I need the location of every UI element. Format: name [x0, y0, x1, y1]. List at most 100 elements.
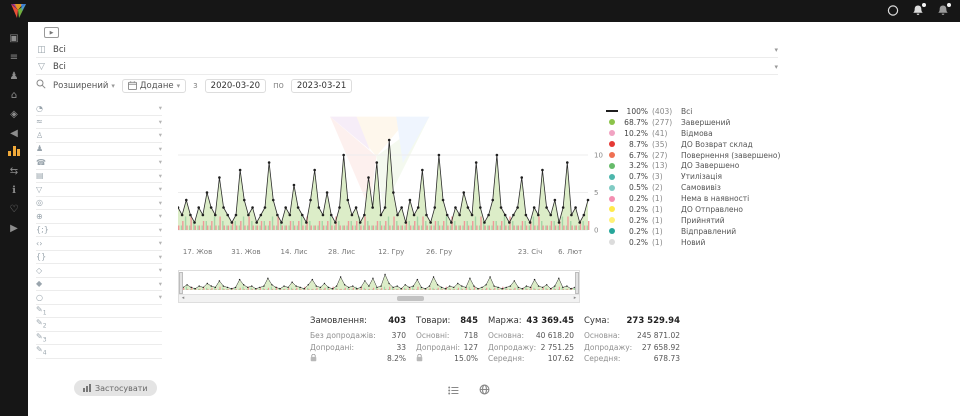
filter-select-filter-10[interactable]: {;}▾ — [36, 224, 162, 238]
filter-select-filter-11[interactable]: ‹›▾ — [36, 237, 162, 251]
legend-item[interactable]: 100%(403)Всі — [606, 106, 806, 117]
main-chart[interactable]: 0510 17. Жов31. Жов14. Лис28. Лис12. Гру… — [178, 102, 610, 262]
sidebar-item-products[interactable]: ◈ — [3, 107, 25, 122]
filter-select-filter-12[interactable]: {}▾ — [36, 251, 162, 265]
sidebar-item-orders[interactable]: ≡ — [3, 50, 25, 65]
notifications-bell-icon[interactable] — [910, 4, 925, 18]
status-filter-select[interactable]: ◫ Всі ▾ — [36, 42, 778, 58]
view-toggles — [448, 383, 490, 398]
custom-field-3[interactable]: ✎3 — [36, 332, 162, 346]
custom-field-2[interactable]: ✎2 — [36, 318, 162, 332]
sidebar-item-partners[interactable]: ♡ — [3, 202, 25, 217]
alerts-bell-icon[interactable] — [935, 4, 950, 18]
video-widget-button[interactable]: ▶ — [44, 27, 59, 38]
legend-label: Прийнятий — [681, 216, 725, 225]
filter-select-filter-9[interactable]: ⊕▾ — [36, 210, 162, 224]
diamond-icon: ◇ — [36, 266, 49, 275]
sidebar-item-clients[interactable]: ♟ — [3, 69, 25, 84]
search-icon[interactable] — [36, 79, 46, 92]
legend-percent: 8.7% — [622, 140, 648, 149]
legend-percent: 0.7% — [622, 172, 648, 181]
filter-select-filter-1[interactable]: ◔▾ — [36, 102, 162, 116]
sidebar-item-analytics[interactable] — [3, 145, 25, 160]
mini-chart[interactable]: ◂ ▸ — [178, 270, 580, 303]
svg-text:0: 0 — [594, 227, 598, 235]
braces-icon: {} — [36, 252, 49, 261]
chevron-down-icon: ▾ — [159, 226, 162, 234]
sidebar-item-marketing[interactable]: ◀ — [3, 126, 25, 141]
filter-select-filter-3[interactable]: ♙▾ — [36, 129, 162, 143]
mini-chart-svg[interactable] — [179, 271, 579, 295]
stat-sub-row: Основні:718 — [416, 330, 478, 342]
stat-sub-row: Середня:107.62 — [488, 353, 574, 365]
list-view-icon[interactable] — [448, 383, 459, 398]
sidebar-item-integrations[interactable]: ⇆ — [3, 164, 25, 179]
apply-button[interactable]: Застосувати — [74, 380, 157, 396]
chevron-down-icon: ▾ — [159, 131, 162, 139]
legend-item[interactable]: 0.7%(3)Утилізація — [606, 171, 806, 182]
date-field-select[interactable]: Додане ▾ — [122, 79, 186, 93]
legend-label: Відмова — [681, 129, 713, 138]
legend-dot-swatch — [606, 239, 618, 245]
legend-item[interactable]: 10.2%(41)Відмова — [606, 128, 806, 139]
chart-scrollbar[interactable]: ◂ ▸ — [179, 294, 579, 302]
users-icon: ♟ — [36, 144, 49, 153]
sidebar-item-dashboard[interactable]: ▣ — [3, 31, 25, 46]
brush-handle-right[interactable] — [575, 272, 579, 294]
status-circle-icon[interactable] — [885, 4, 900, 18]
main-chart-svg[interactable]: 0510 — [178, 102, 610, 244]
legend-percent: 0.2% — [622, 238, 648, 247]
globe-view-icon[interactable] — [479, 383, 490, 398]
custom-field-1[interactable]: ✎1 — [36, 305, 162, 319]
search-mode-select[interactable]: Розширений ▾ — [53, 81, 115, 91]
legend-item[interactable]: 8.7%(35)ДО Возврат склад — [606, 139, 806, 150]
custom-field-4[interactable]: ✎4 — [36, 345, 162, 359]
legend-count: (41) — [652, 129, 677, 138]
legend-item[interactable]: 68.7%(277)Завершений — [606, 117, 806, 128]
source-filter-select[interactable]: ▽ Всі ▾ — [36, 59, 778, 75]
notification-badge — [922, 3, 926, 7]
filter-select-filter-8[interactable]: ◎▾ — [36, 197, 162, 211]
chevron-down-icon: ▾ — [159, 212, 162, 220]
filter-select-filter-13[interactable]: ◇▾ — [36, 264, 162, 278]
scrollbar-thumb[interactable] — [397, 296, 424, 301]
filter-select-filter-5[interactable]: ☎▾ — [36, 156, 162, 170]
brush-handle-left[interactable] — [179, 272, 183, 294]
legend-label: Повернення (завершено) — [681, 151, 780, 160]
filter-select-filter-15[interactable]: ○▾ — [36, 291, 162, 305]
stat-sub-value: 127 — [464, 343, 478, 352]
legend-item[interactable]: 3.2%(13)ДО Завершено — [606, 160, 806, 171]
legend-item[interactable]: 0.2%(1)Відправлений — [606, 226, 806, 237]
legend-count: (27) — [652, 151, 677, 160]
legend-item[interactable]: 0.5%(2)Самовивіз — [606, 182, 806, 193]
app-logo-icon[interactable] — [10, 3, 28, 19]
sidebar-item-video[interactable]: ▶ — [3, 221, 25, 236]
sidebar-item-info[interactable]: ℹ — [3, 183, 25, 198]
filter-select-filter-2[interactable]: ≈▾ — [36, 116, 162, 130]
chart-legend: 100%(403)Всі68.7%(277)Завершений10.2%(41… — [606, 106, 806, 248]
date-to-input[interactable]: 2023-03-21 — [291, 79, 352, 93]
filter-value: Всі — [53, 62, 66, 72]
filter-select-filter-7[interactable]: ▽▾ — [36, 183, 162, 197]
legend-item[interactable]: 0.2%(1)Прийнятий — [606, 215, 806, 226]
legend-item[interactable]: 6.7%(27)Повернення (завершено) — [606, 150, 806, 161]
scroll-left-icon[interactable]: ◂ — [179, 295, 187, 302]
legend-dot-swatch — [606, 152, 618, 158]
stat-sub-row: Основна:40 618.20 — [488, 330, 574, 342]
gauge-icon: ◔ — [36, 104, 49, 113]
scroll-right-icon[interactable]: ▸ — [571, 295, 579, 302]
legend-item[interactable]: 0.2%(1)Нема в наявності — [606, 193, 806, 204]
legend-item[interactable]: 0.2%(1)Новий — [606, 237, 806, 248]
legend-count: (2) — [652, 183, 677, 192]
date-from-input[interactable]: 2020-03-20 — [205, 79, 266, 93]
filter-select-filter-6[interactable]: ▤▾ — [36, 170, 162, 184]
stat-upsell-pct: 15.0% — [454, 354, 478, 363]
legend-item[interactable]: 0.2%(1)ДО Отправлено — [606, 204, 806, 215]
legend-percent: 0.2% — [622, 205, 648, 214]
legend-count: (1) — [652, 216, 677, 225]
chevron-down-icon: ▾ — [177, 82, 181, 90]
sidebar-item-warehouse[interactable]: ⌂ — [3, 88, 25, 103]
x-tick-label: 23. Січ — [518, 248, 542, 256]
filter-select-filter-4[interactable]: ♟▾ — [36, 143, 162, 157]
filter-select-filter-14[interactable]: ◆▾ — [36, 278, 162, 292]
